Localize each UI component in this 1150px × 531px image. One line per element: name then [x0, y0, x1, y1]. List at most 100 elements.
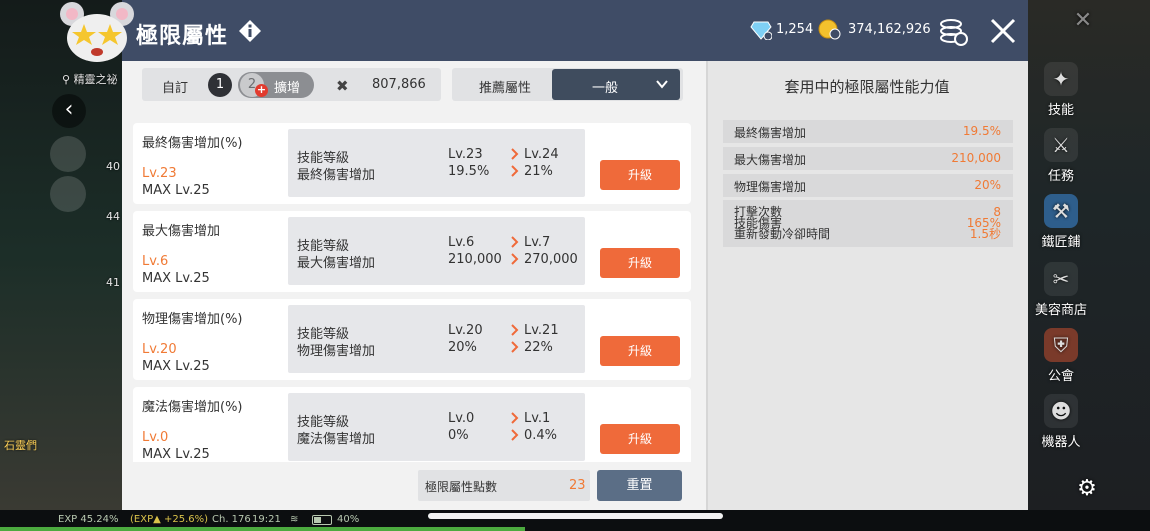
close-icon[interactable] — [988, 17, 1018, 45]
next-level: Lv.1 — [524, 411, 551, 426]
attribute-row-max-damage: 最大傷害增加 Lv.6 MAX Lv.25 技能等級 最大傷害增加 Lv.6 2… — [133, 211, 691, 292]
character-name: 石靈們 — [4, 439, 37, 452]
gold-count: 374,162,926 — [848, 22, 931, 37]
current-level: Lv.23 — [448, 147, 483, 162]
recommend-label: 推薦屬性 — [479, 81, 532, 96]
upgrade-button[interactable]: 升級 — [600, 424, 680, 454]
attribute-row-physical-damage: 物理傷害增加(%) Lv.20 MAX Lv.25 技能等級 物理傷害增加 Lv… — [133, 299, 691, 380]
side-menu-label: 公會 — [1047, 369, 1074, 384]
upgrade-button[interactable]: 升級 — [600, 248, 680, 278]
party-level: 44 — [106, 210, 120, 223]
current-level: Lv.6 — [448, 235, 475, 250]
effect-label: 物理傷害增加 — [297, 344, 376, 359]
gem-count: 1,254 — [776, 22, 814, 37]
stat-value: 1.5秒 — [969, 227, 1001, 241]
side-menu-label: 美容商店 — [1034, 303, 1087, 318]
exp-progress-bar — [0, 527, 525, 531]
side-menu-quests[interactable]: ⚔ 任務 — [1030, 128, 1092, 184]
chevron-right-icon — [511, 412, 519, 424]
side-menu-blacksmith[interactable]: ⚒ 鐵匠鋪 — [1030, 194, 1092, 250]
attribute-level: Lv.0 — [142, 430, 169, 445]
attribute-detail: 技能等級 魔法傷害增加 Lv.0 0% Lv.1 0.4% — [288, 393, 585, 461]
side-menu-beauty-shop[interactable]: ✂ 美容商店 — [1030, 262, 1092, 318]
preset-slot-1[interactable]: 1 — [208, 73, 232, 97]
recommend-select[interactable]: 一般 — [552, 69, 680, 100]
next-level: Lv.21 — [524, 323, 559, 338]
attribute-detail: 技能等級 物理傷害增加 Lv.20 20% Lv.21 22% — [288, 305, 585, 373]
battery-icon — [312, 515, 332, 525]
chevron-right-icon — [511, 324, 519, 336]
chevron-down-icon — [656, 80, 668, 89]
exp-gain-text: (EXP▲ +25.6%) — [130, 514, 209, 525]
side-menu-skills[interactable]: ✦ 技能 — [1030, 62, 1092, 118]
stat-label: 最大傷害增加 — [734, 153, 807, 167]
stat-label: 物理傷害增加 — [734, 180, 807, 194]
upgrade-button[interactable]: 升級 — [600, 160, 680, 190]
next-level: Lv.24 — [524, 147, 559, 162]
next-value: 22% — [524, 340, 553, 355]
diamond-icon — [750, 21, 772, 40]
stat-label: 最終傷害增加 — [734, 126, 807, 140]
next-level: Lv.7 — [524, 235, 551, 250]
recommend-value: 一般 — [592, 81, 619, 96]
attribute-max-level: MAX Lv.25 — [142, 359, 210, 374]
side-menu-label: 技能 — [1047, 103, 1074, 118]
info-icon[interactable] — [238, 19, 262, 43]
location-text: 精靈之祕 — [73, 73, 118, 86]
attribute-row-magic-damage: 魔法傷害增加(%) Lv.0 MAX Lv.25 技能等級 魔法傷害增加 Lv.… — [133, 387, 691, 462]
magic-stat-group: 打擊次數 8 技能傷害 165% 重新發動冷卻時間 1.5秒 — [723, 200, 1013, 247]
tool-icon[interactable] — [50, 136, 86, 172]
attribute-name: 魔法傷害增加(%) — [142, 400, 243, 415]
chevron-right-icon — [511, 429, 519, 441]
next-value: 21% — [524, 164, 553, 179]
chevron-right-icon — [511, 341, 519, 353]
skill-icon: ✦ — [1044, 62, 1078, 96]
gold-coin-icon — [818, 19, 841, 40]
expand-label: 擴增 — [274, 81, 301, 96]
current-level: Lv.0 — [448, 411, 475, 426]
attribute-max-level: MAX Lv.25 — [142, 183, 210, 198]
wifi-icon: ≋ — [290, 514, 299, 525]
side-menu-label: 機器人 — [1041, 435, 1081, 450]
current-value: 19.5% — [448, 164, 490, 179]
attribute-name: 最終傷害增加(%) — [142, 136, 243, 151]
quest-icon: ⚔ — [1044, 128, 1078, 162]
back-arrow-icon[interactable]: ‹ — [52, 94, 86, 128]
coin-settings-icon[interactable] — [936, 14, 970, 48]
side-menu-robot[interactable]: ☻ 機器人 — [1030, 394, 1092, 450]
reset-button[interactable]: 重置 — [597, 470, 682, 501]
attribute-level: Lv.6 — [142, 254, 169, 269]
effect-label: 魔法傷害增加 — [297, 432, 376, 447]
current-value: 20% — [448, 340, 477, 355]
stat-value: 19.5% — [962, 124, 1001, 138]
attribute-points-total: 807,866 — [372, 77, 426, 92]
effect-label: 最終傷害增加 — [297, 168, 376, 183]
party-level: 40 — [106, 160, 120, 173]
attribute-level: Lv.20 — [142, 342, 177, 357]
chevron-right-icon — [511, 165, 519, 177]
attribute-detail: 技能等級 最大傷害增加 Lv.6 210,000 Lv.7 270,000 — [288, 217, 585, 285]
location-label: ⚲ 精靈之祕 — [62, 71, 118, 87]
gear-icon[interactable]: ⚙ — [1056, 476, 1118, 501]
stat-row: 最終傷害增加 19.5% — [723, 120, 1013, 143]
upgrade-button[interactable]: 升級 — [600, 336, 680, 366]
chevron-right-icon — [511, 253, 519, 265]
home-indicator[interactable] — [428, 513, 723, 519]
side-menu-guild[interactable]: ⛨ 公會 — [1030, 328, 1092, 384]
stat-row: 最大傷害增加 210,000 — [723, 147, 1013, 170]
stat-value: 210,000 — [951, 151, 1001, 165]
pin-icon: ⚲ — [62, 73, 71, 86]
effect-label: 最大傷害增加 — [297, 256, 376, 271]
attribute-points-value: 23 — [569, 478, 586, 493]
next-value: 0.4% — [524, 428, 558, 443]
background-close-icon: ✕ — [1073, 8, 1093, 33]
attribute-name: 最大傷害增加 — [142, 224, 221, 239]
expand-slot-button[interactable]: 2 + 擴增 — [238, 72, 314, 98]
stat-row: 物理傷害增加 20% — [723, 174, 1013, 197]
mascot-icon — [60, 2, 134, 62]
side-menu-label: 鐵匠鋪 — [1041, 235, 1081, 250]
handshake-icon[interactable] — [50, 176, 86, 212]
crossed-swords-icon: ✖ — [336, 77, 349, 95]
applied-stats-title: 套用中的極限屬性能力值 — [784, 78, 950, 96]
chevron-right-icon — [511, 236, 519, 248]
